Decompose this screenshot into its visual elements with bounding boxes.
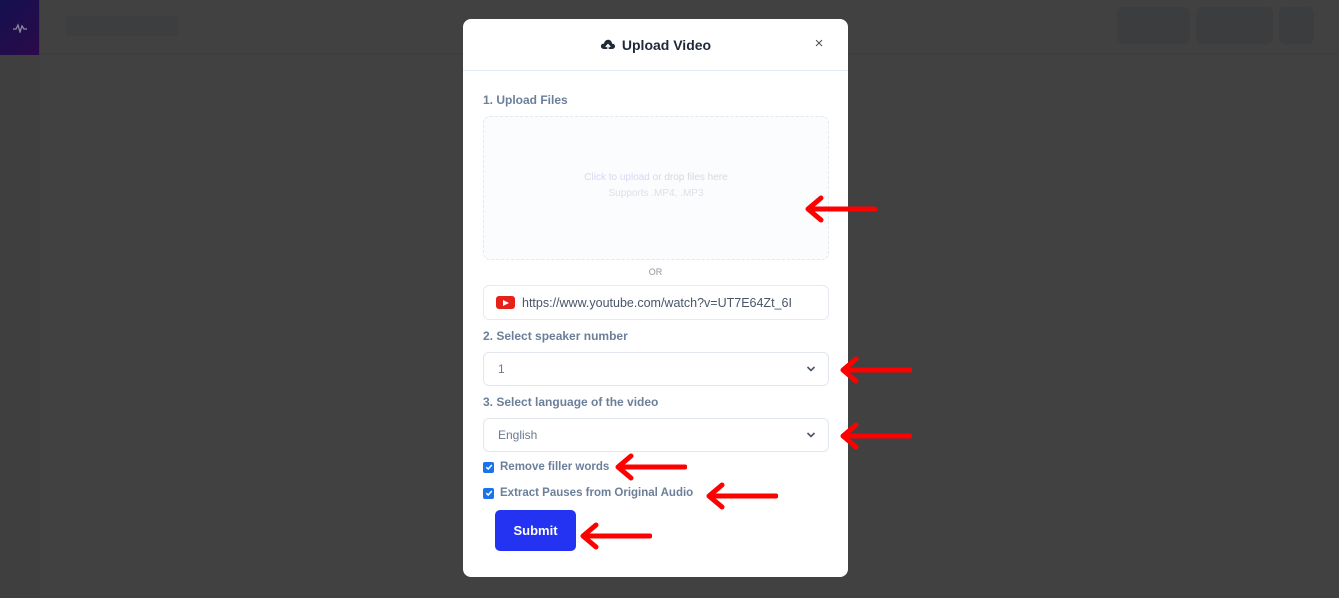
modal-title-text: Upload Video xyxy=(621,36,712,53)
extract-pauses-option[interactable]: Extract Pauses from Original Audio xyxy=(483,487,693,499)
modal-title: Upload Video xyxy=(600,37,711,53)
waveform-icon xyxy=(12,22,27,33)
dropzone-instructions: Click to upload or drop files here xyxy=(484,172,828,183)
chevron-down-icon xyxy=(806,366,816,372)
topbar-button-3[interactable] xyxy=(1279,7,1314,44)
language-value: English xyxy=(498,428,538,442)
modal-header: Upload Video × xyxy=(463,19,848,71)
annotation-arrow-remove-filler xyxy=(615,453,687,481)
annotation-arrow-dropzone xyxy=(805,195,877,223)
topbar-button-2[interactable] xyxy=(1196,7,1273,44)
close-button[interactable]: × xyxy=(812,34,826,52)
or-divider: OR xyxy=(648,267,663,277)
remove-filler-words-option[interactable]: Remove filler words xyxy=(483,461,609,473)
annotation-arrow-language-select xyxy=(840,422,912,450)
upload-video-modal: Upload Video × 1. Upload Files Click to … xyxy=(463,19,848,577)
submit-button[interactable]: Submit xyxy=(495,510,576,551)
left-sidebar xyxy=(0,55,40,598)
youtube-url-field[interactable] xyxy=(483,285,829,320)
youtube-icon xyxy=(496,296,515,309)
app-logo[interactable] xyxy=(0,0,40,55)
step1-label: 1. Upload Files xyxy=(483,93,568,107)
annotation-arrow-speaker-select xyxy=(840,356,912,384)
checkmark-icon xyxy=(485,490,492,497)
cloud-upload-icon xyxy=(600,39,615,51)
chevron-down-icon xyxy=(806,432,816,438)
topbar-button-1[interactable] xyxy=(1117,7,1190,44)
step3-label: 3. Select language of the video xyxy=(483,395,659,409)
language-select[interactable]: English xyxy=(483,418,829,452)
project-title-placeholder xyxy=(66,16,178,36)
speaker-number-select[interactable]: 1 xyxy=(483,352,829,386)
drop-files-text: or drop files here xyxy=(649,172,728,183)
speaker-number-value: 1 xyxy=(498,362,505,376)
remove-filler-words-checkbox[interactable] xyxy=(483,461,494,473)
supported-formats-text: Supports .MP4, .MP3 xyxy=(608,188,704,199)
annotation-arrow-extract-pauses xyxy=(706,482,778,510)
annotation-arrow-submit xyxy=(580,522,652,550)
youtube-url-input[interactable] xyxy=(522,295,828,310)
close-icon: × xyxy=(814,34,824,52)
extract-pauses-label: Extract Pauses from Original Audio xyxy=(500,487,694,499)
checkmark-icon xyxy=(485,464,492,471)
file-dropzone[interactable]: Click to upload or drop files here Suppo… xyxy=(483,116,829,260)
remove-filler-words-label: Remove filler words xyxy=(500,461,610,473)
click-to-upload-link[interactable]: Click to upload xyxy=(584,172,650,183)
extract-pauses-checkbox[interactable] xyxy=(483,487,494,499)
step2-label: 2. Select speaker number xyxy=(483,329,628,343)
